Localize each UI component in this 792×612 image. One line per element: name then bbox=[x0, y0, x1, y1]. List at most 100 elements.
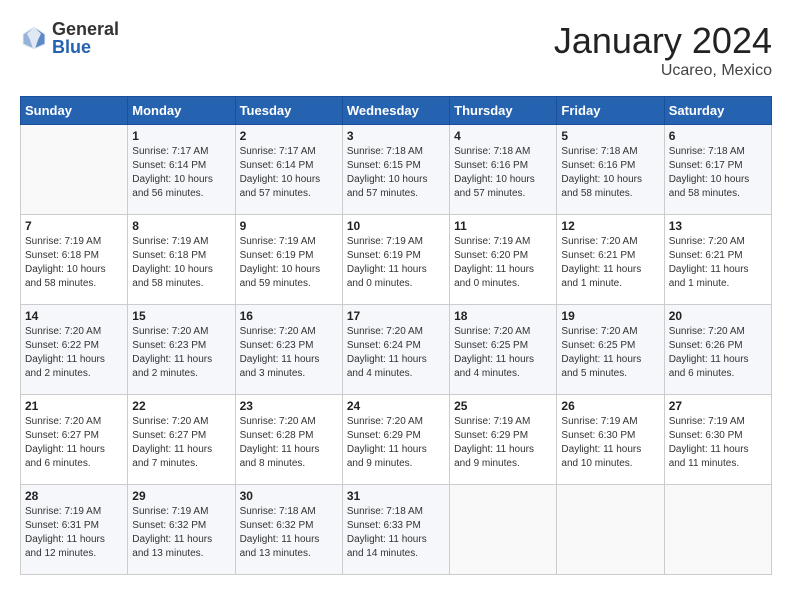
day-info: Sunrise: 7:20 AMSunset: 6:28 PMDaylight:… bbox=[240, 415, 338, 471]
calendar-table: SundayMondayTuesdayWednesdayThursdayFrid… bbox=[20, 96, 772, 575]
header-day-saturday: Saturday bbox=[664, 97, 771, 125]
day-info: Sunrise: 7:19 AMSunset: 6:20 PMDaylight:… bbox=[454, 235, 552, 291]
title-block: January 2024 Ucareo, Mexico bbox=[554, 20, 772, 80]
calendar-week-2: 7Sunrise: 7:19 AMSunset: 6:18 PMDaylight… bbox=[21, 215, 772, 305]
calendar-cell: 9Sunrise: 7:19 AMSunset: 6:19 PMDaylight… bbox=[235, 215, 342, 305]
calendar-cell: 11Sunrise: 7:19 AMSunset: 6:20 PMDayligh… bbox=[450, 215, 557, 305]
calendar-cell: 31Sunrise: 7:18 AMSunset: 6:33 PMDayligh… bbox=[342, 485, 449, 575]
day-number: 24 bbox=[347, 399, 445, 413]
day-number: 23 bbox=[240, 399, 338, 413]
day-number: 8 bbox=[132, 219, 230, 233]
day-number: 21 bbox=[25, 399, 123, 413]
calendar-cell: 2 Sunrise: 7:17 AMSunset: 6:14 PMDaylight… bbox=[235, 125, 342, 215]
calendar-cell: 23 Sunrise: 7:20 AMSunset: 6:28 PMDayligh… bbox=[235, 395, 342, 485]
calendar-week-3: 14 Sunrise: 7:20 AMSunset: 6:22 PMDayligh… bbox=[21, 305, 772, 395]
header-day-monday: Monday bbox=[128, 97, 235, 125]
logo-blue-text: Blue bbox=[52, 38, 119, 56]
calendar-cell bbox=[21, 125, 128, 215]
day-number: 4 bbox=[454, 129, 552, 143]
day-number: 20 bbox=[669, 309, 767, 323]
day-info: Sunrise: 7:18 AMSunset: 6:32 PMDaylight:… bbox=[240, 505, 338, 561]
calendar-cell: 21 Sunrise: 7:20 AMSunset: 6:27 PMDayligh… bbox=[21, 395, 128, 485]
day-number: 28 bbox=[25, 489, 123, 503]
logo-text: General Blue bbox=[52, 20, 119, 56]
calendar-cell: 26 Sunrise: 7:19 AMSunset: 6:30 PMDayligh… bbox=[557, 395, 664, 485]
day-info: Sunrise: 7:20 AMSunset: 6:24 PMDaylight:… bbox=[347, 325, 445, 381]
calendar-cell: 13 Sunrise: 7:20 AMSunset: 6:21 PMDayligh… bbox=[664, 215, 771, 305]
day-info: Sunrise: 7:18 AMSunset: 6:16 PMDaylight:… bbox=[561, 145, 659, 201]
calendar-cell: 5 Sunrise: 7:18 AMSunset: 6:16 PMDaylight… bbox=[557, 125, 664, 215]
day-info: Sunrise: 7:20 AMSunset: 6:29 PMDaylight:… bbox=[347, 415, 445, 471]
day-number: 13 bbox=[669, 219, 767, 233]
day-info: Sunrise: 7:18 AMSunset: 6:15 PMDaylight:… bbox=[347, 145, 445, 201]
day-info: Sunrise: 7:19 AMSunset: 6:18 PMDaylight:… bbox=[132, 235, 230, 291]
day-number: 25 bbox=[454, 399, 552, 413]
month-title: January 2024 bbox=[554, 20, 772, 62]
header-day-thursday: Thursday bbox=[450, 97, 557, 125]
day-number: 22 bbox=[132, 399, 230, 413]
day-info: Sunrise: 7:20 AMSunset: 6:22 PMDaylight:… bbox=[25, 325, 123, 381]
day-info: Sunrise: 7:17 AMSunset: 6:14 PMDaylight:… bbox=[132, 145, 230, 201]
header-day-tuesday: Tuesday bbox=[235, 97, 342, 125]
day-number: 2 bbox=[240, 129, 338, 143]
day-info: Sunrise: 7:17 AMSunset: 6:14 PMDaylight:… bbox=[240, 145, 338, 201]
calendar-cell: 7Sunrise: 7:19 AMSunset: 6:18 PMDaylight… bbox=[21, 215, 128, 305]
day-number: 18 bbox=[454, 309, 552, 323]
calendar-cell: 8 Sunrise: 7:19 AMSunset: 6:18 PMDaylight… bbox=[128, 215, 235, 305]
day-number: 26 bbox=[561, 399, 659, 413]
day-info: Sunrise: 7:20 AMSunset: 6:25 PMDaylight:… bbox=[561, 325, 659, 381]
day-number: 10 bbox=[347, 219, 445, 233]
calendar-cell: 25 Sunrise: 7:19 AMSunset: 6:29 PMDayligh… bbox=[450, 395, 557, 485]
day-number: 17 bbox=[347, 309, 445, 323]
calendar-cell: 18Sunrise: 7:20 AMSunset: 6:25 PMDayligh… bbox=[450, 305, 557, 395]
day-number: 6 bbox=[669, 129, 767, 143]
header-day-sunday: Sunday bbox=[21, 97, 128, 125]
day-info: Sunrise: 7:19 AMSunset: 6:30 PMDaylight:… bbox=[561, 415, 659, 471]
day-number: 12 bbox=[561, 219, 659, 233]
day-info: Sunrise: 7:20 AMSunset: 6:23 PMDaylight:… bbox=[132, 325, 230, 381]
calendar-cell bbox=[664, 485, 771, 575]
calendar-week-1: 1Sunrise: 7:17 AMSunset: 6:14 PMDaylight… bbox=[21, 125, 772, 215]
calendar-cell: 29 Sunrise: 7:19 AMSunset: 6:32 PMDayligh… bbox=[128, 485, 235, 575]
day-number: 15 bbox=[132, 309, 230, 323]
logo: General Blue bbox=[20, 20, 119, 56]
calendar-cell: 1Sunrise: 7:17 AMSunset: 6:14 PMDaylight… bbox=[128, 125, 235, 215]
day-number: 31 bbox=[347, 489, 445, 503]
calendar-cell: 15 Sunrise: 7:20 AMSunset: 6:23 PMDayligh… bbox=[128, 305, 235, 395]
calendar-header: SundayMondayTuesdayWednesdayThursdayFrid… bbox=[21, 97, 772, 125]
calendar-cell: 22 Sunrise: 7:20 AMSunset: 6:27 PMDayligh… bbox=[128, 395, 235, 485]
day-info: Sunrise: 7:20 AMSunset: 6:21 PMDaylight:… bbox=[561, 235, 659, 291]
calendar-cell: 12 Sunrise: 7:20 AMSunset: 6:21 PMDayligh… bbox=[557, 215, 664, 305]
calendar-cell bbox=[557, 485, 664, 575]
day-info: Sunrise: 7:19 AMSunset: 6:18 PMDaylight:… bbox=[25, 235, 123, 291]
day-info: Sunrise: 7:19 AMSunset: 6:29 PMDaylight:… bbox=[454, 415, 552, 471]
logo-general-text: General bbox=[52, 20, 119, 38]
day-info: Sunrise: 7:20 AMSunset: 6:27 PMDaylight:… bbox=[25, 415, 123, 471]
day-info: Sunrise: 7:19 AMSunset: 6:19 PMDaylight:… bbox=[347, 235, 445, 291]
day-number: 9 bbox=[240, 219, 338, 233]
day-number: 3 bbox=[347, 129, 445, 143]
calendar-week-4: 21 Sunrise: 7:20 AMSunset: 6:27 PMDayligh… bbox=[21, 395, 772, 485]
calendar-cell: 4 Sunrise: 7:18 AMSunset: 6:16 PMDaylight… bbox=[450, 125, 557, 215]
calendar-cell: 10 Sunrise: 7:19 AMSunset: 6:19 PMDayligh… bbox=[342, 215, 449, 305]
day-info: Sunrise: 7:18 AMSunset: 6:16 PMDaylight:… bbox=[454, 145, 552, 201]
day-info: Sunrise: 7:20 AMSunset: 6:27 PMDaylight:… bbox=[132, 415, 230, 471]
day-number: 14 bbox=[25, 309, 123, 323]
day-info: Sunrise: 7:18 AMSunset: 6:17 PMDaylight:… bbox=[669, 145, 767, 201]
header-day-friday: Friday bbox=[557, 97, 664, 125]
calendar-cell: 17 Sunrise: 7:20 AMSunset: 6:24 PMDayligh… bbox=[342, 305, 449, 395]
calendar-cell: 19Sunrise: 7:20 AMSunset: 6:25 PMDayligh… bbox=[557, 305, 664, 395]
calendar-cell: 28 Sunrise: 7:19 AMSunset: 6:31 PMDayligh… bbox=[21, 485, 128, 575]
day-info: Sunrise: 7:19 AMSunset: 6:31 PMDaylight:… bbox=[25, 505, 123, 561]
calendar-cell: 27Sunrise: 7:19 AMSunset: 6:30 PMDayligh… bbox=[664, 395, 771, 485]
day-number: 30 bbox=[240, 489, 338, 503]
calendar-cell: 16Sunrise: 7:20 AMSunset: 6:23 PMDayligh… bbox=[235, 305, 342, 395]
calendar-cell: 20 Sunrise: 7:20 AMSunset: 6:26 PMDayligh… bbox=[664, 305, 771, 395]
day-info: Sunrise: 7:20 AMSunset: 6:26 PMDaylight:… bbox=[669, 325, 767, 381]
day-info: Sunrise: 7:20 AMSunset: 6:21 PMDaylight:… bbox=[669, 235, 767, 291]
calendar-cell: 30 Sunrise: 7:18 AMSunset: 6:32 PMDayligh… bbox=[235, 485, 342, 575]
day-number: 29 bbox=[132, 489, 230, 503]
day-number: 5 bbox=[561, 129, 659, 143]
day-info: Sunrise: 7:20 AMSunset: 6:23 PMDaylight:… bbox=[240, 325, 338, 381]
day-info: Sunrise: 7:19 AMSunset: 6:32 PMDaylight:… bbox=[132, 505, 230, 561]
